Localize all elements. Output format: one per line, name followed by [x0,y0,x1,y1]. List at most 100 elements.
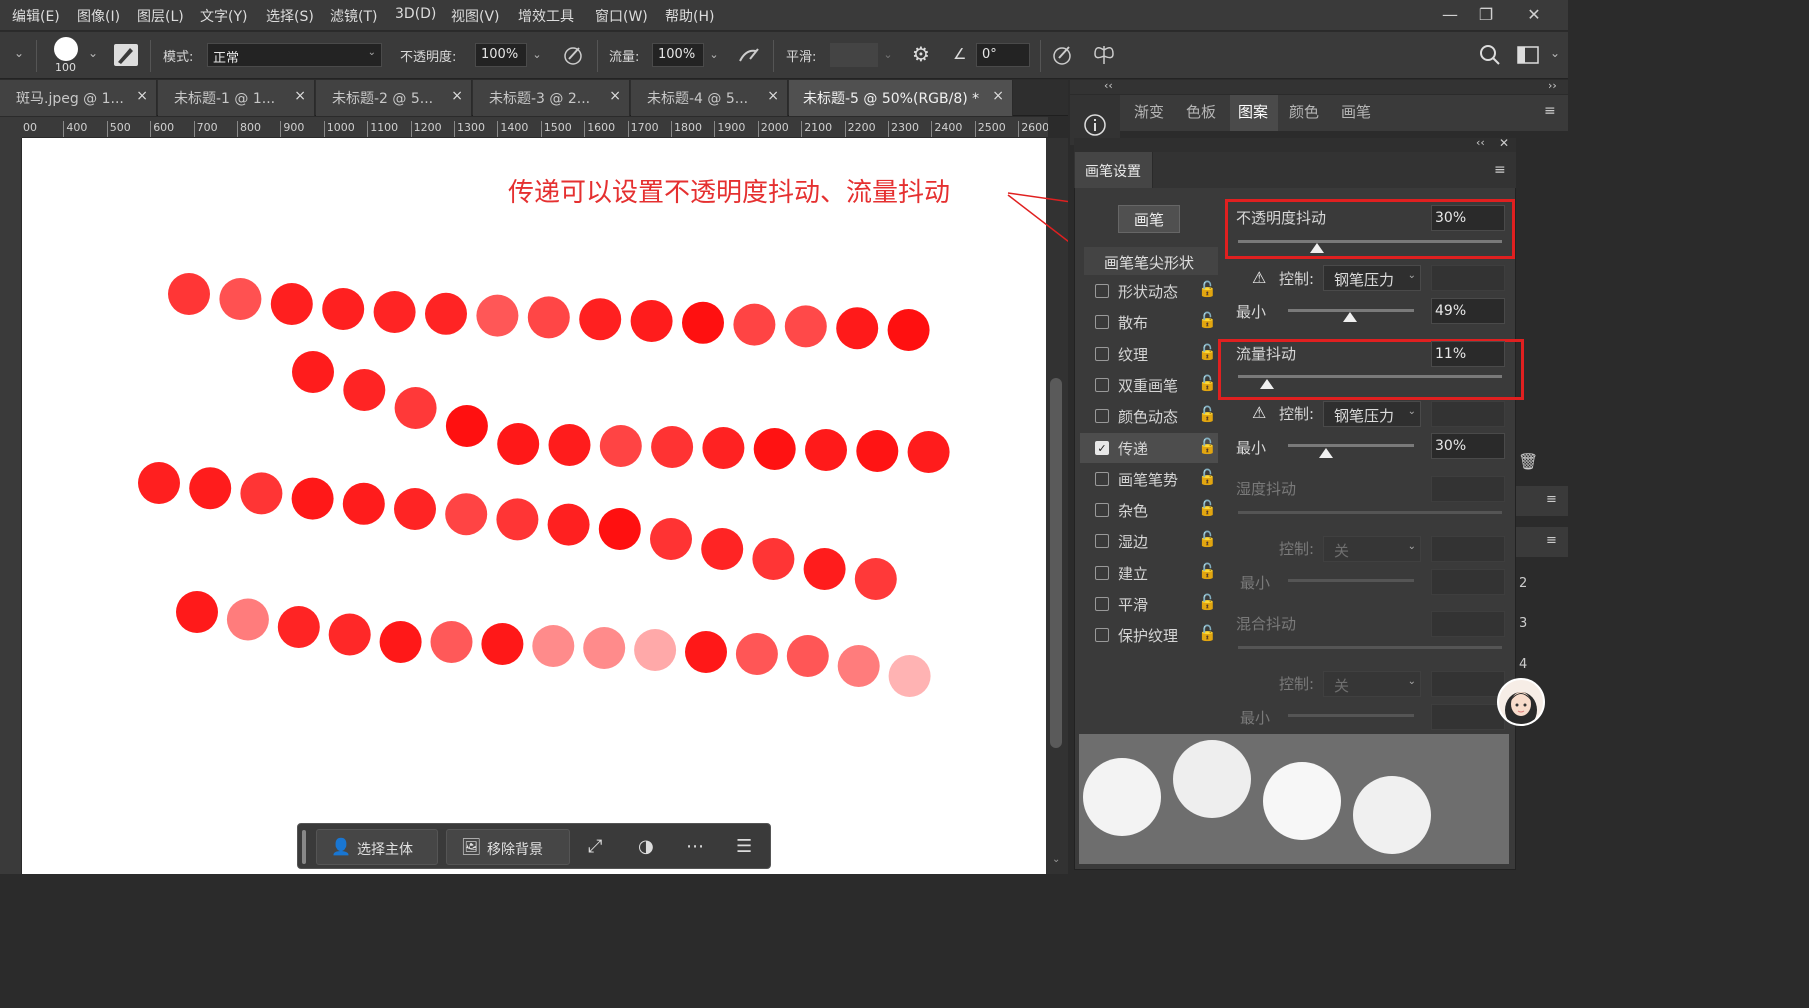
brush-option-5[interactable]: 颜色动态 🔓 [1080,401,1218,431]
close-icon[interactable]: × [609,88,621,104]
brushes-button[interactable]: 画笔 [1118,205,1180,233]
flow-dropdown-icon[interactable]: ⌄ [706,43,722,67]
workspace-icon[interactable] [1516,45,1540,65]
close-window-button[interactable]: ✕ [1520,3,1548,27]
edge-panel-menu-2[interactable]: ≡ [1516,527,1568,557]
min-opacity-input[interactable]: 49% [1431,298,1505,324]
brush-option-11[interactable]: 平滑 🔓 [1080,589,1218,619]
menu-edit[interactable]: 编辑(E) [12,6,60,26]
brush-option-1[interactable]: 形状动态 🔓 [1080,276,1218,306]
edge-panel-menu[interactable]: ≡ [1516,486,1568,516]
menu-window[interactable]: 窗口(W) [595,6,648,26]
lock-icon[interactable]: 🔓 [1198,280,1217,298]
symmetry-butterfly-icon[interactable] [1091,42,1117,68]
checkbox[interactable] [1095,315,1109,330]
settings-sliders-icon[interactable]: ☰ [736,836,752,857]
brush-settings-title[interactable]: 画笔设置 [1075,152,1153,188]
brush-option-2[interactable]: 散布 🔓 [1080,307,1218,337]
info-icon[interactable] [1083,113,1107,137]
brush-option-7[interactable]: 画笔笔势 🔓 [1080,464,1218,494]
tab-untitled-4[interactable]: 未标题-4 @ 5... × [631,80,788,116]
opacity-control-select[interactable]: 钢笔压力 ⌄ [1323,265,1421,291]
collapse-right-icon[interactable]: ›› [1548,79,1557,92]
opacity-jitter-slider[interactable] [1238,240,1502,243]
lock-icon[interactable]: 🔓 [1198,343,1217,361]
checkbox[interactable] [1095,284,1109,298]
tab-pattern[interactable]: 图案 [1238,101,1268,122]
opacity-jitter-slider-handle[interactable] [1310,243,1325,253]
gear-icon[interactable]: ⚙ [912,42,930,66]
airbrush-icon[interactable] [736,43,762,67]
close-icon[interactable]: × [992,88,1004,104]
checkbox[interactable] [1095,597,1109,611]
collapse-icon[interactable]: ‹‹ [1476,136,1485,149]
min-opacity-slider-handle[interactable] [1342,312,1357,322]
brush-option-6[interactable]: ✓ 传递 🔓 [1080,432,1218,463]
mode-select[interactable]: 正常 ⌄ [207,43,382,67]
menu-3d[interactable]: 3D(D) [395,6,436,22]
tab-zebra[interactable]: 斑马.jpeg @ 1... × [0,80,157,116]
drag-handle[interactable] [302,830,306,864]
adjustment-icon[interactable]: ◑ [638,836,654,857]
checkbox[interactable] [1095,534,1109,549]
flow-control-select[interactable]: 钢笔压力 ⌄ [1323,401,1421,427]
lock-icon[interactable]: 🔓 [1198,499,1217,517]
tab-untitled-2[interactable]: 未标题-2 @ 5... × [316,80,472,116]
brush-settings-toggle-icon[interactable] [114,44,138,66]
opacity-dropdown-icon[interactable]: ⌄ [529,43,545,67]
brush-option-12[interactable]: 保护纹理 🔓 [1080,620,1218,650]
lock-icon[interactable]: 🔓 [1198,530,1217,548]
tab-untitled-3[interactable]: 未标题-3 @ 2... × [473,80,630,116]
tool-preset-chevron-icon[interactable]: ⌄ [14,46,24,60]
min-flow-slider-handle[interactable] [1318,448,1333,458]
lock-icon[interactable]: 🔓 [1198,468,1217,486]
tab-color[interactable]: 颜色 [1289,101,1319,122]
lock-icon[interactable]: 🔓 [1198,624,1217,642]
tab-swatches[interactable]: 色板 [1186,101,1216,122]
avatar[interactable] [1497,678,1545,726]
scroll-down-icon[interactable]: ⌄ [1052,854,1060,865]
close-icon[interactable]: × [294,88,306,104]
lock-icon[interactable]: 🔓 [1198,437,1217,455]
close-icon[interactable]: × [136,88,148,104]
brush-option-9[interactable]: 湿边 🔓 [1080,526,1218,556]
tab-brushes[interactable]: 画笔 [1341,101,1371,122]
menu-plugins[interactable]: 增效工具 [518,6,574,26]
lock-icon[interactable]: 🔓 [1198,405,1217,423]
checkbox[interactable] [1095,471,1109,486]
close-icon[interactable]: × [451,88,463,104]
checkbox[interactable] [1095,503,1109,518]
opacity-input[interactable]: 100% [475,43,527,67]
checkbox[interactable] [1095,628,1109,643]
lock-icon[interactable]: 🔓 [1198,311,1217,329]
tab-untitled-5[interactable]: 未标题-5 @ 50%(RGB/8) * × [789,80,1013,116]
more-options-icon[interactable]: ⋯ [686,836,704,857]
remove-background-button[interactable]: 🖼 移除背景 [446,829,570,865]
min-flow-slider[interactable] [1288,444,1414,447]
checkbox[interactable] [1095,377,1109,392]
tab-untitled-1[interactable]: 未标题-1 @ 1... × [158,80,315,116]
panel-menu-icon[interactable]: ≡ [1544,103,1556,119]
close-icon[interactable]: × [767,88,779,104]
select-subject-button[interactable]: 👤 选择主体 [316,829,438,865]
flow-jitter-slider-handle[interactable] [1260,379,1275,389]
menu-select[interactable]: 选择(S) [266,6,314,26]
brush-option-3[interactable]: 纹理 🔓 [1080,339,1218,369]
brush-option-4[interactable]: 双重画笔 🔓 [1080,370,1218,400]
menu-layer[interactable]: 图层(L) [137,6,184,26]
smoothing-input[interactable] [830,43,878,67]
checkbox[interactable] [1095,565,1109,580]
smoothing-dropdown-icon[interactable]: ⌄ [880,43,896,67]
brush-option-8[interactable]: 杂色 🔓 [1080,495,1218,525]
collapse-left-icon[interactable]: ‹‹ [1104,79,1113,92]
menu-help[interactable]: 帮助(H) [665,6,714,26]
search-icon[interactable] [1479,44,1501,66]
checkbox[interactable] [1095,346,1109,361]
menu-filter[interactable]: 滤镜(T) [330,6,377,26]
tab-gradient[interactable]: 渐变 [1134,101,1164,122]
hamburger-icon[interactable]: ≡ [1546,533,1557,548]
brush-tip-preview-icon[interactable] [54,37,78,61]
trash-icon[interactable]: 🗑 [1518,452,1538,471]
pressure-opacity-icon[interactable] [561,43,585,67]
checkbox[interactable]: ✓ [1095,440,1109,455]
